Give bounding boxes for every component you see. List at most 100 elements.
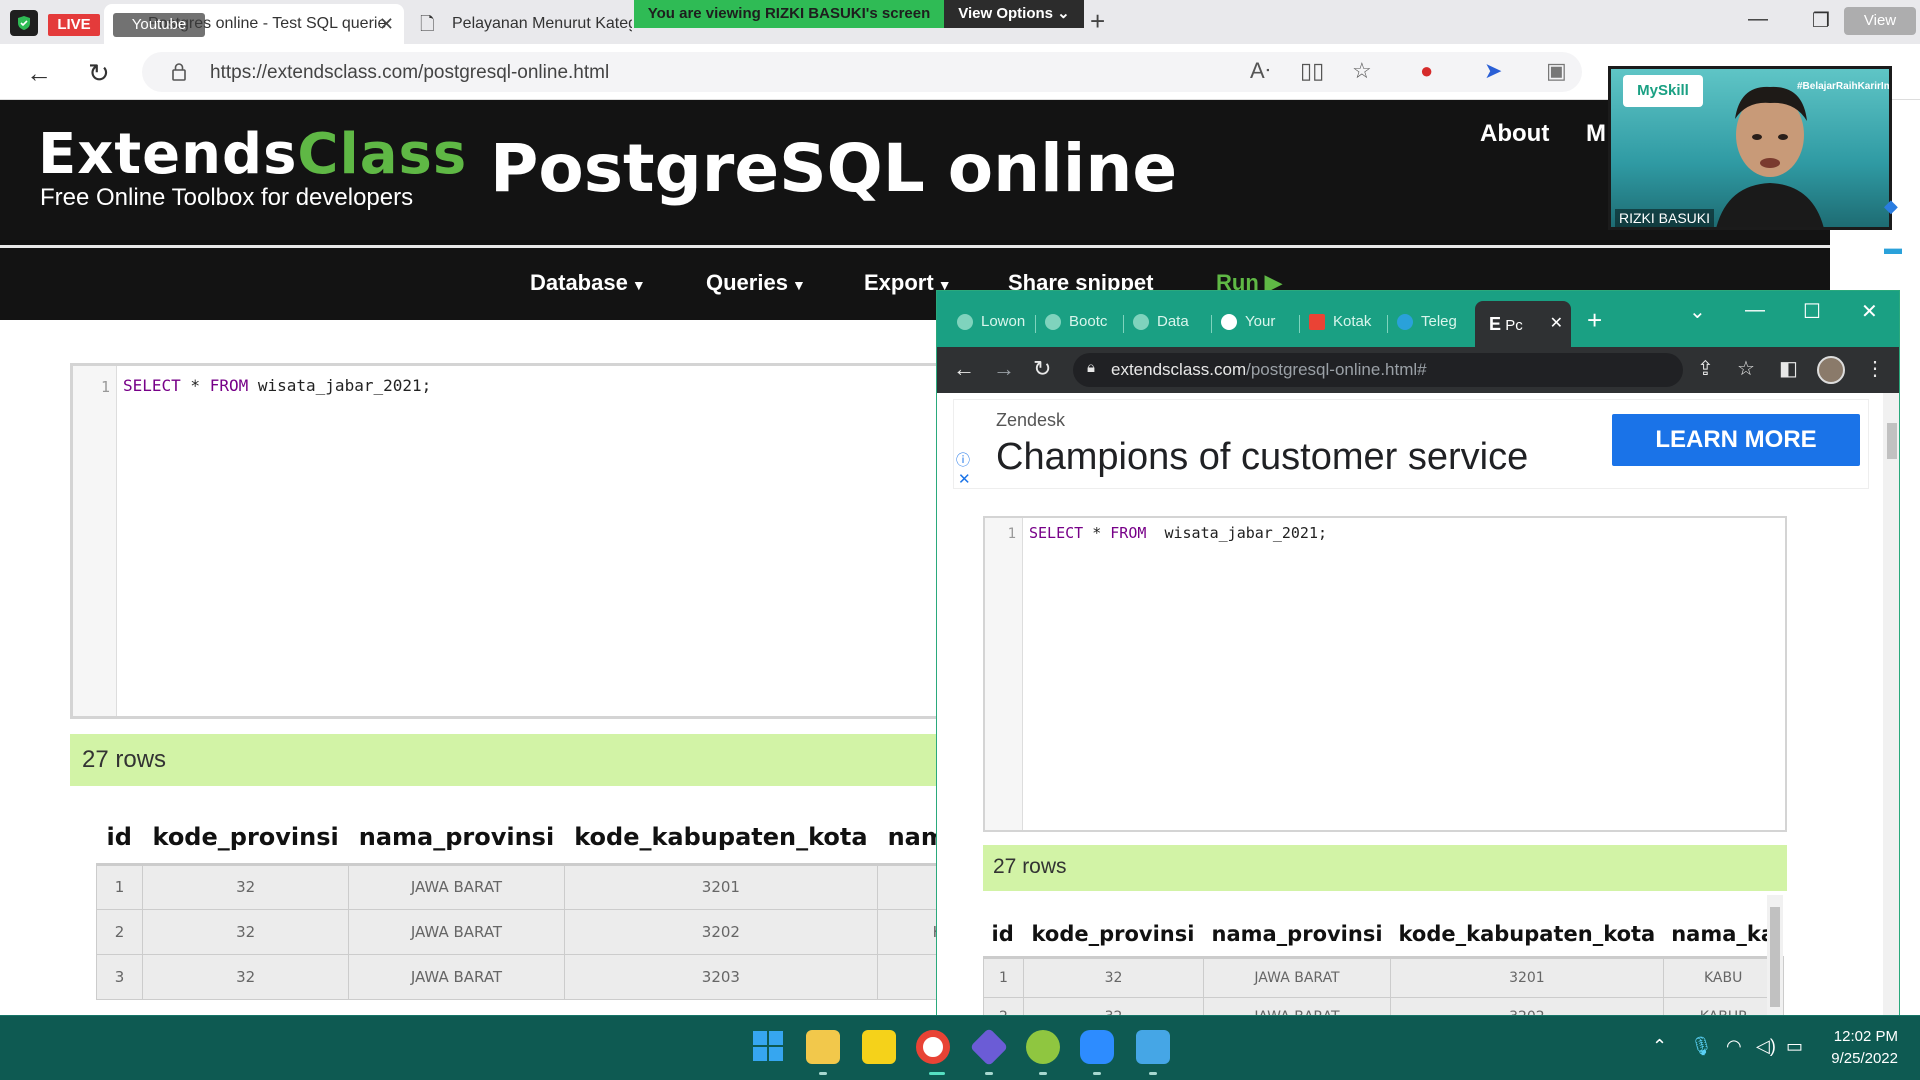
table-cell: 3 (96, 953, 143, 1000)
sidebar-app-icon[interactable]: ◆ (1884, 196, 1898, 217)
extension-icon[interactable]: ● (1420, 58, 1433, 84)
sidebar-app-icon[interactable]: ▬ (1884, 238, 1902, 259)
reader-view-icon[interactable]: ▯▯ (1300, 58, 1324, 84)
close-icon[interactable]: ✕ (1550, 301, 1563, 347)
collections-icon[interactable]: ▣ (1546, 58, 1567, 84)
clock-time[interactable]: 12:02 PM (1818, 1028, 1898, 1045)
edge-sidebar: ◆ ▬ (1880, 160, 1920, 1020)
youtube-chip: Youtube (113, 13, 205, 37)
extension-arrow-icon[interactable]: ➤ (1484, 58, 1502, 84)
tab-pelayanan[interactable]: 🗋 Pelayanan Menurut Kategori (408, 4, 632, 44)
minimize-icon[interactable]: — (1748, 8, 1768, 31)
nav-database[interactable]: Database ▼ (530, 270, 646, 296)
close-icon[interactable]: ✕ (958, 470, 971, 488)
chrome-tab[interactable]: Your (1219, 307, 1289, 337)
close-icon[interactable]: ✕ (379, 4, 394, 44)
table-scrollbar[interactable] (1767, 895, 1783, 1019)
notepad-icon[interactable] (1136, 1030, 1170, 1064)
git-icon[interactable] (969, 1027, 1009, 1067)
table-cell: 32 (1023, 956, 1204, 998)
code-line[interactable]: SELECT * FROM wisata_jabar_2021; (1029, 524, 1327, 542)
webcam-overlay: MySkill #BelajarRaihKarirImpian RIZKI BA… (1608, 66, 1892, 230)
battery-icon[interactable]: ▭ (1786, 1036, 1803, 1057)
nav-label: Database (530, 270, 628, 295)
table-cell: 3201 (563, 863, 879, 910)
chevron-up-icon[interactable]: ⌃ (1652, 1036, 1667, 1057)
line-number: 1 (100, 378, 110, 396)
header-link-more[interactable]: M (1586, 120, 1606, 148)
bookmark-star-icon[interactable]: ☆ (1737, 356, 1755, 381)
maximize-icon[interactable]: ☐ (1803, 299, 1821, 324)
logo-tagline: Free Online Toolbox for developers (40, 184, 414, 211)
microphone-icon[interactable]: 🎙︎ (1690, 1036, 1713, 1057)
rows-count-bar: 27 rows (983, 845, 1787, 891)
view-button[interactable]: View (1844, 7, 1916, 35)
info-icon[interactable]: ⓘ (956, 450, 970, 470)
avatar[interactable] (1817, 356, 1845, 384)
read-aloud-icon[interactable]: Aᐧ (1250, 58, 1270, 84)
sql-editor[interactable]: 1 SELECT * FROM wisata_jabar_2021; (983, 516, 1787, 832)
lock-icon (172, 63, 186, 81)
table-cell: JAWA BARAT (348, 863, 565, 910)
side-panel-icon[interactable]: ◧ (1779, 356, 1798, 381)
tab-label: Bootc (1069, 313, 1108, 330)
windows-start-icon[interactable] (752, 1030, 784, 1062)
sql-editor[interactable]: 1 SELECT * FROM wisata_jabar_2021; (70, 363, 970, 719)
learn-more-button[interactable]: LEARN MORE (1612, 414, 1860, 466)
forward-arrow-icon[interactable]: → (993, 356, 1015, 382)
shield-icon[interactable] (10, 10, 38, 36)
new-tab-button[interactable]: + (1587, 305, 1602, 336)
view-options-button[interactable]: View Options ⌄ (944, 0, 1084, 28)
back-arrow-icon[interactable]: ← (26, 58, 52, 89)
myskill-logo: MySkill (1623, 75, 1703, 107)
scrollbar-thumb[interactable] (1770, 907, 1780, 1007)
clock-date[interactable]: 9/25/2022 (1818, 1050, 1898, 1067)
zoom-icon[interactable] (1080, 1030, 1114, 1064)
code-line[interactable]: SELECT * FROM wisata_jabar_2021; (123, 376, 431, 395)
back-arrow-icon[interactable]: ← (953, 356, 975, 382)
chevron-down-icon: ▼ (791, 277, 806, 293)
restore-icon[interactable]: ❐ (1812, 8, 1830, 33)
running-indicator (819, 1072, 827, 1075)
editor-gutter: 1 (985, 518, 1023, 830)
url-host: extendsclass.com (1111, 360, 1247, 379)
running-indicator (985, 1072, 993, 1075)
wifi-icon[interactable]: ◠ (1726, 1036, 1742, 1057)
table-cell: 3201 (1390, 956, 1664, 998)
column-header: nama_ka (1663, 913, 1784, 959)
minimize-icon[interactable]: — (1745, 299, 1765, 322)
refresh-icon[interactable]: ↻ (88, 58, 110, 89)
chrome-tab-active[interactable]: E Pc ✕ (1475, 301, 1571, 347)
ad-banner[interactable]: ⓘ ✕ Zendesk Champions of customer servic… (953, 399, 1869, 489)
new-tab-button[interactable]: + (1090, 6, 1105, 37)
chrome-icon[interactable] (916, 1030, 950, 1064)
close-window-icon[interactable]: ✕ (1861, 299, 1878, 324)
favorites-add-icon[interactable]: ☆ (1352, 58, 1372, 84)
app-icon[interactable] (1026, 1030, 1060, 1064)
file-explorer-icon[interactable] (806, 1030, 840, 1064)
about-link[interactable]: About (1480, 120, 1549, 148)
chrome-tab[interactable]: Lowon (955, 307, 1025, 337)
url-field[interactable]: 🔒︎ extendsclass.com/postgresql-online.ht… (1073, 353, 1683, 387)
table-cell: 2 (96, 908, 143, 955)
tab-label: Lowon (981, 313, 1025, 330)
chrome-tab[interactable]: Teleg (1395, 307, 1467, 337)
share-icon[interactable]: ⇪ (1697, 356, 1714, 381)
editor-gutter: 1 (73, 366, 117, 716)
refresh-icon[interactable]: ↻ (1033, 356, 1051, 382)
url-text: https://extendsclass.com/postgresql-onli… (210, 62, 610, 83)
column-header: kode_kabupaten_kota (1390, 913, 1664, 959)
volume-icon[interactable]: ◁) (1756, 1036, 1776, 1057)
chevron-down-icon[interactable]: ⌄ (1689, 299, 1706, 324)
nav-queries[interactable]: Queries ▼ (706, 270, 806, 296)
extendsclass-icon: E (1489, 314, 1502, 334)
site-logo[interactable]: ExtendsClass (38, 122, 467, 187)
chrome-tab[interactable]: Bootc (1043, 307, 1113, 337)
table-cell: JAWA BARAT (348, 953, 565, 1000)
chrome-tab[interactable]: Kotak (1307, 307, 1377, 337)
sticky-notes-icon[interactable] (862, 1030, 896, 1064)
site-header: ExtendsClass Free Online Toolbox for dev… (0, 100, 1830, 246)
table-cell: 32 (141, 953, 350, 1000)
chrome-tab[interactable]: Data (1131, 307, 1201, 337)
table-row: 1 32 JAWA BARAT 3201 (96, 863, 999, 910)
